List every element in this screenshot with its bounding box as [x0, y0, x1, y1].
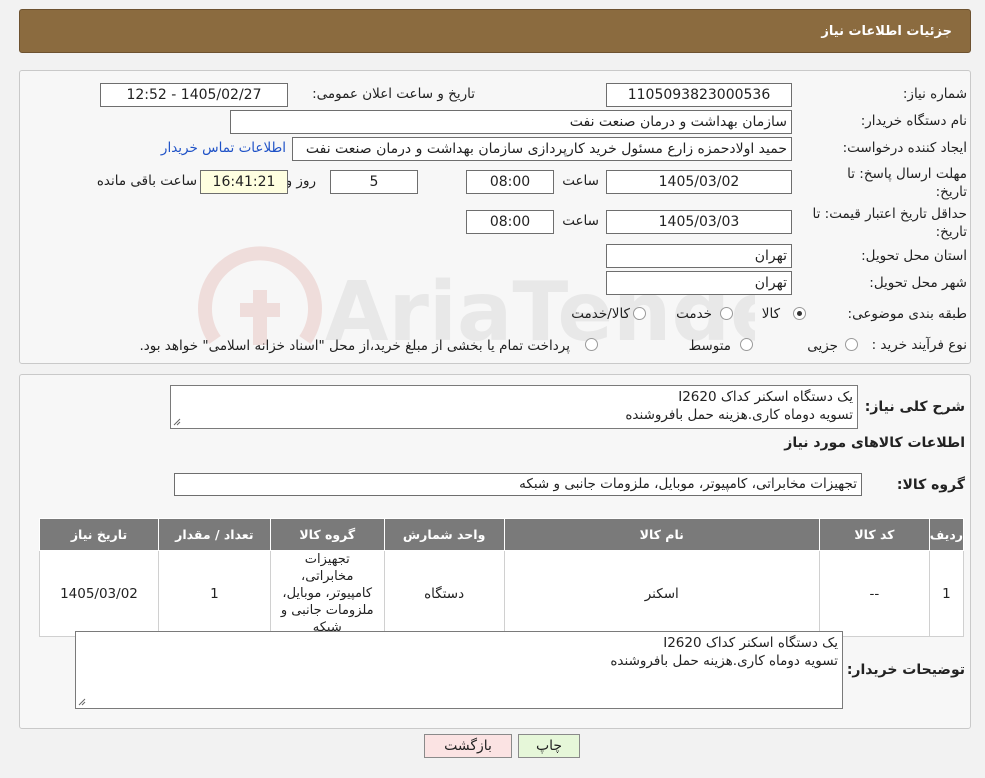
col-header-quantity: تعداد / مقدار — [157, 518, 271, 551]
buyer-org-field: سازمان بهداشت و درمان صنعت نفت — [230, 110, 792, 134]
city-label: شهر محل تحویل: — [869, 275, 967, 291]
reply-date-field: 1405/03/02 — [606, 170, 792, 194]
category-goods-radio[interactable] — [793, 307, 806, 320]
category-label: طبقه بندی موضوعی: — [847, 306, 967, 322]
summary-line-2: تسویه دوماه کاری.هزینه حمل بافروشنده — [625, 407, 853, 423]
goods-info-title: اطلاعات کالاهای مورد نیاز — [784, 435, 965, 451]
goods-table: ردیف کد کالا نام کالا واحد شمارش گروه کا… — [39, 518, 965, 637]
page-title: جزئیات اطلاعات نیاز — [821, 24, 952, 39]
goods-group-field: تجهیزات مخابراتی، کامپیوتر، موبایل، ملزو… — [174, 473, 862, 496]
category-goods-service-radio[interactable] — [633, 307, 646, 320]
col-header-code: کد کالا — [818, 518, 930, 551]
buyer-notes-textarea: یک دستگاه اسکنر کداک I2620 تسویه دوماه ک… — [75, 631, 843, 709]
validity-date-field: 1405/03/03 — [606, 210, 792, 234]
reply-deadline-label: مهلت ارسال پاسخ: تا تاریخ: — [847, 166, 967, 200]
category-service-label: خدمت — [676, 306, 712, 322]
col-header-unit: واحد شمارش — [383, 518, 505, 551]
city-field: تهران — [606, 271, 792, 295]
buyer-contact-link[interactable]: اطلاعات تماس خریدار — [161, 140, 286, 156]
cell-unit: دستگاه — [383, 550, 505, 637]
buyer-notes-label: توضیحات خریدار: — [846, 662, 965, 678]
validity-time-field: 08:00 — [466, 210, 554, 234]
table-header-row: ردیف کد کالا نام کالا واحد شمارش گروه کا… — [39, 518, 965, 551]
process-treasury-note: پرداخت تمام یا بخشی از مبلغ خرید،از محل … — [139, 338, 570, 354]
validity-time-label: ساعت — [562, 213, 599, 229]
cell-code: -- — [818, 550, 930, 637]
buyer-org-label: نام دستگاه خریدار: — [860, 113, 967, 129]
buyer-notes-line-2: تسویه دوماه کاری.هزینه حمل بافروشنده — [610, 653, 838, 669]
goods-group-label: گروه کالا: — [896, 477, 965, 493]
process-type-label: نوع فرآیند خرید : — [871, 337, 967, 353]
process-medium-label: متوسط — [688, 338, 731, 354]
days-remaining-field: 5 — [330, 170, 418, 194]
announce-datetime-field: 1405/02/27 - 12:52 — [100, 83, 288, 107]
col-header-name: نام کالا — [503, 518, 820, 551]
process-medium-radio[interactable] — [740, 338, 753, 351]
province-label: استان محل تحویل: — [861, 248, 967, 264]
buyer-notes-line-1: یک دستگاه اسکنر کداک I2620 — [663, 635, 838, 651]
summary-line-1: یک دستگاه اسکنر کداک I2620 — [678, 389, 853, 405]
col-header-group: گروه کالا — [269, 518, 385, 551]
province-field: تهران — [606, 244, 792, 268]
reply-time-label: ساعت — [562, 173, 599, 189]
remaining-time-field: 16:41:21 — [200, 170, 288, 194]
cell-name: اسکنر — [503, 550, 820, 637]
cell-group: تجهیزات مخابراتی، کامپیوتر، موبایل، ملزو… — [269, 550, 385, 637]
cell-row-no: 1 — [928, 550, 965, 637]
requester-label: ایجاد کننده درخواست: — [842, 140, 967, 156]
cell-date: 1405/03/02 — [39, 550, 159, 637]
cell-quantity: 1 — [157, 550, 271, 637]
process-treasury-radio[interactable] — [585, 338, 598, 351]
reply-time-field: 08:00 — [466, 170, 554, 194]
days-label: روز و — [285, 173, 316, 189]
page-header: جزئیات اطلاعات نیاز — [19, 9, 971, 53]
process-minor-radio[interactable] — [845, 338, 858, 351]
requester-field: حمید اولادحمزه زارع مسئول خرید کارپردازی… — [292, 137, 792, 161]
category-goods-service-label: کالا/خدمت — [571, 306, 630, 322]
need-number-field: 1105093823000536 — [606, 83, 792, 107]
col-header-row-no: ردیف — [928, 518, 965, 551]
need-number-label: شماره نیاز: — [902, 86, 967, 102]
category-service-radio[interactable] — [720, 307, 733, 320]
col-header-date: تاریخ نیاز — [39, 518, 159, 551]
back-button[interactable]: بازگشت — [424, 734, 512, 758]
print-button[interactable]: چاپ — [518, 734, 580, 758]
summary-textarea: یک دستگاه اسکنر کداک I2620 تسویه دوماه ک… — [170, 385, 858, 429]
category-goods-label: کالا — [761, 306, 780, 322]
summary-label: شرح کلی نیاز: — [864, 399, 965, 415]
remaining-time-label: ساعت باقی مانده — [96, 173, 197, 189]
resize-handle-icon[interactable] — [173, 418, 181, 426]
price-validity-label: حداقل تاریخ اعتبار قیمت: تا تاریخ: — [812, 206, 967, 240]
table-row: 1 -- اسکنر دستگاه تجهیزات مخابراتی، کامپ… — [39, 550, 965, 637]
announce-datetime-label: تاریخ و ساعت اعلان عمومی: — [312, 86, 475, 102]
process-minor-label: جزیی — [807, 338, 838, 354]
resize-handle-icon[interactable] — [78, 698, 86, 706]
